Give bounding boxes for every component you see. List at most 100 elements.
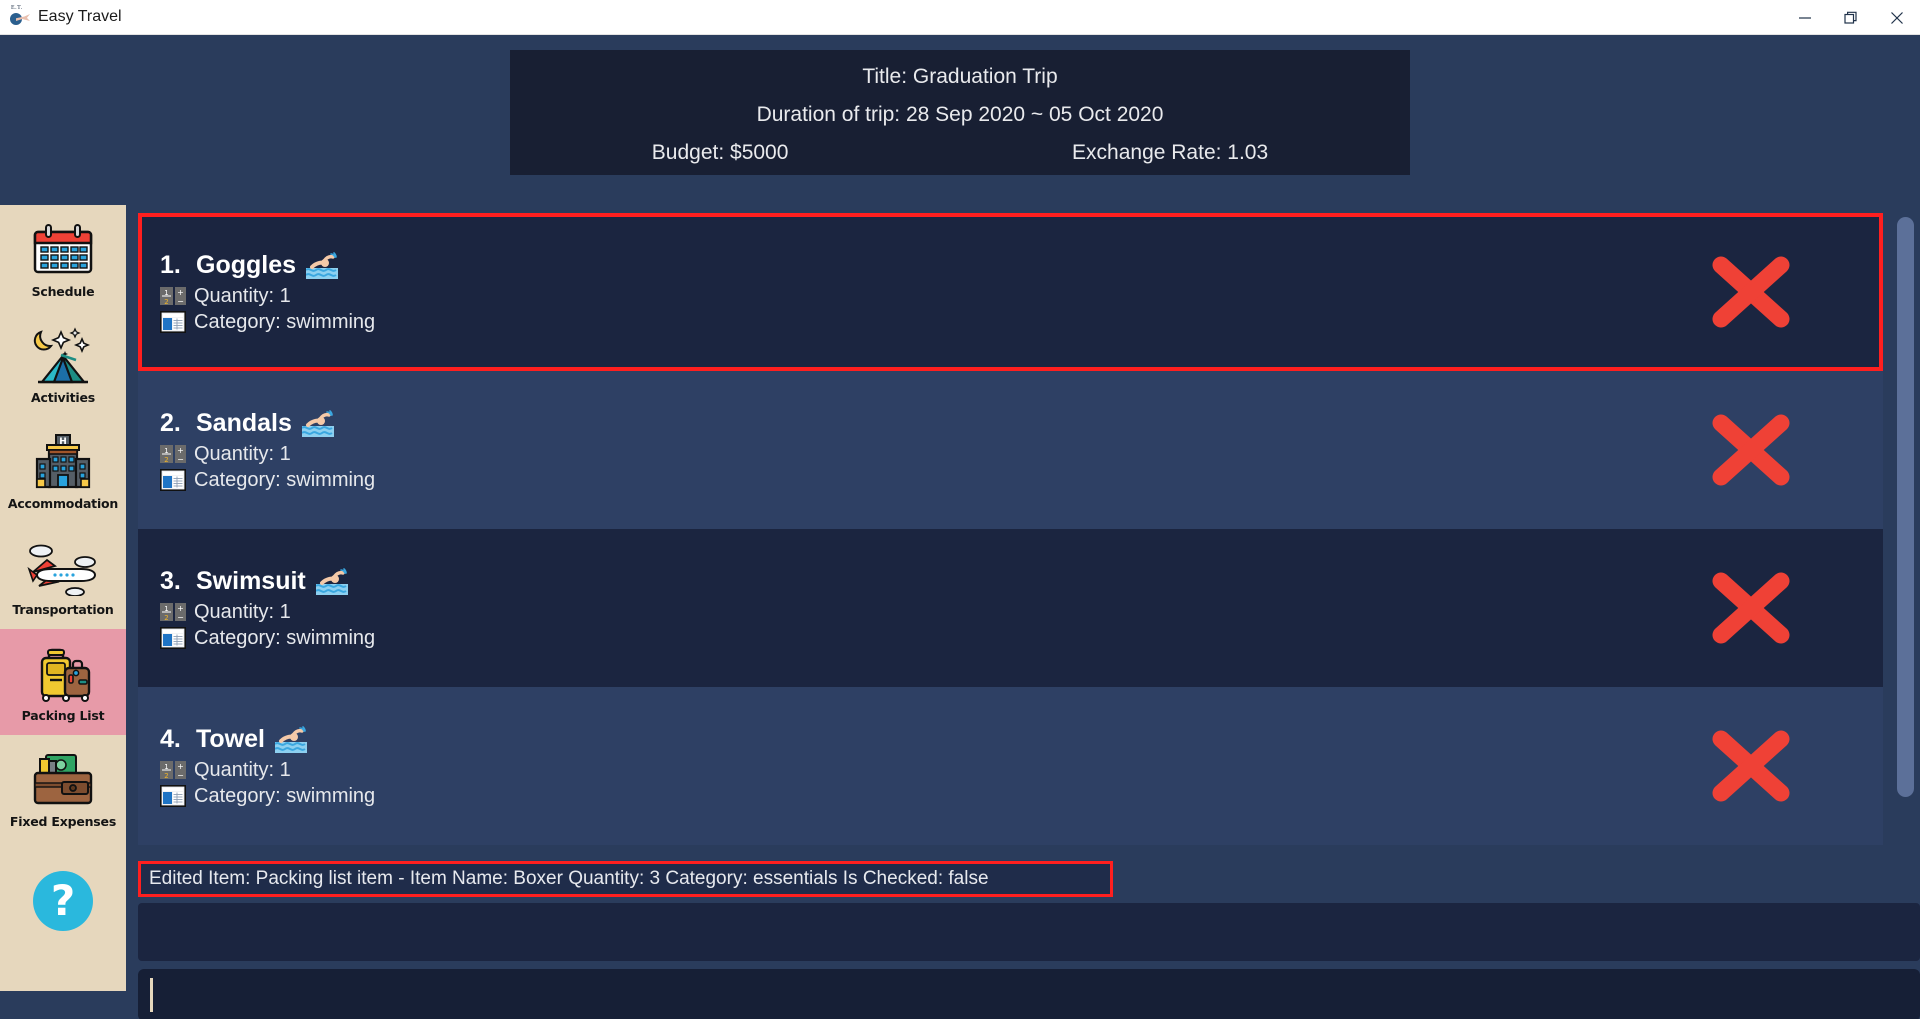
row-item-name: Goggles	[196, 250, 297, 279]
delete-item-button[interactable]	[1709, 413, 1793, 487]
row-quantity: 1 2 + − Quantity: 1	[160, 759, 375, 782]
svg-text:−: −	[177, 455, 184, 464]
sidebar-item-accommodation[interactable]: H Accommodation	[0, 417, 126, 523]
sidebar-item-label: Fixed Expenses	[9, 813, 117, 829]
sidebar-item-packing-list[interactable]: Packing List	[0, 629, 126, 735]
row-index: 4.	[160, 724, 181, 753]
sidebar-item-label: Transportation	[12, 601, 114, 617]
sidebar-item-label: Packing List	[21, 707, 105, 723]
svg-text:2: 2	[164, 614, 168, 622]
sidebar-item-transportation[interactable]: Transportation	[0, 523, 126, 629]
delete-item-button[interactable]	[1709, 571, 1793, 645]
red-cross-delete-icon	[1712, 256, 1790, 328]
svg-text:−: −	[177, 613, 184, 622]
command-input[interactable]	[153, 984, 1853, 1006]
row-index: 3.	[160, 566, 181, 595]
sidebar-item-label: Schedule	[31, 283, 95, 299]
row-content: 3. Swimsuit 1 2 + − Quantity: 1 Category…	[138, 567, 375, 650]
packing-list-row[interactable]: 1. Goggles 1 2 + − Quantity: 1 Category:…	[138, 213, 1883, 371]
sidebar-item-activities[interactable]: Activities	[0, 311, 126, 417]
window-controls	[1782, 0, 1920, 35]
form-table-icon	[160, 627, 186, 649]
row-item-name: Swimsuit	[196, 566, 306, 595]
packing-list-row[interactable]: 2. Sandals 1 2 + − Quantity: 1 Category:…	[138, 371, 1883, 529]
form-table-icon	[160, 469, 186, 491]
tent-night-icon	[28, 324, 98, 388]
swimmer-icon	[274, 725, 307, 753]
svg-text:+: +	[177, 288, 184, 297]
row-content: 1. Goggles 1 2 + − Quantity: 1 Category:…	[138, 251, 375, 334]
row-quantity: 1 2 + − Quantity: 1	[160, 601, 375, 624]
sidebar: Schedule Activities H Accommodation Tran…	[0, 205, 126, 991]
question-mark-icon: ?	[27, 869, 99, 933]
row-quantity-label: Quantity: 1	[194, 442, 291, 465]
minimize-button[interactable]	[1782, 0, 1828, 35]
row-quantity: 1 2 + − Quantity: 1	[160, 285, 375, 308]
trip-budget: Budget: $5000	[651, 141, 789, 164]
calendar-icon	[32, 218, 94, 282]
restore-button[interactable]	[1828, 0, 1874, 35]
command-input-bar[interactable]	[138, 969, 1920, 1019]
packing-list-row[interactable]: 4. Towel 1 2 + − Quantity: 1 Category: s…	[138, 687, 1883, 845]
number-spinner-icon: 1 2 + −	[160, 603, 186, 622]
swimmer-icon	[306, 251, 339, 279]
vertical-scrollbar[interactable]	[1897, 217, 1914, 947]
sidebar-item-schedule[interactable]: Schedule	[0, 205, 126, 311]
row-content: 4. Towel 1 2 + − Quantity: 1 Category: s…	[138, 725, 375, 808]
svg-text:+: +	[177, 446, 184, 455]
number-spinner-icon: 1 2 + −	[160, 445, 186, 464]
svg-text:H: H	[59, 437, 67, 447]
svg-text:2: 2	[164, 298, 168, 306]
row-title: 1. Goggles	[160, 251, 375, 280]
number-spinner-icon: 1 2 + −	[160, 287, 186, 306]
wallet-icon	[30, 748, 96, 812]
scrollbar-thumb[interactable]	[1897, 217, 1914, 797]
delete-item-button[interactable]	[1709, 255, 1793, 329]
row-index: 1.	[160, 250, 181, 279]
svg-text:+: +	[177, 762, 184, 771]
red-cross-delete-icon	[1712, 572, 1790, 644]
window-title: Easy Travel	[38, 8, 122, 25]
app-icon: E.T.	[10, 5, 30, 27]
row-category: Category: swimming	[160, 469, 375, 492]
svg-text:−: −	[177, 771, 184, 780]
window-titlebar: E.T. Easy Travel	[0, 0, 1920, 35]
trip-title: Title: Graduation Trip	[862, 65, 1058, 88]
sidebar-item-label: Accommodation	[7, 495, 119, 511]
row-category-label: Category: swimming	[194, 784, 376, 807]
row-content: 2. Sandals 1 2 + − Quantity: 1 Category:…	[138, 409, 375, 492]
row-category-label: Category: swimming	[194, 468, 376, 491]
row-index: 2.	[160, 408, 181, 437]
row-item-name: Sandals	[196, 408, 292, 437]
status-text: Edited Item: Packing list item - Item Na…	[149, 868, 989, 889]
sidebar-item-help[interactable]: ?	[0, 841, 126, 961]
row-category: Category: swimming	[160, 311, 375, 334]
row-quantity-label: Quantity: 1	[194, 758, 291, 781]
row-category-label: Category: swimming	[194, 626, 376, 649]
swimmer-icon	[301, 409, 334, 437]
row-item-name: Towel	[196, 724, 265, 753]
row-title: 2. Sandals	[160, 409, 375, 438]
delete-item-button[interactable]	[1709, 729, 1793, 803]
trip-summary-card: Title: Graduation Trip Duration of trip:…	[510, 50, 1410, 175]
number-spinner-icon: 1 2 + −	[160, 761, 186, 780]
row-category: Category: swimming	[160, 785, 375, 808]
close-button[interactable]	[1874, 0, 1920, 35]
row-quantity-label: Quantity: 1	[194, 600, 291, 623]
sidebar-item-fixed-expenses[interactable]: Fixed Expenses	[0, 735, 126, 841]
red-cross-delete-icon	[1712, 730, 1790, 802]
svg-text:+: +	[177, 604, 184, 613]
trip-duration: Duration of trip: 28 Sep 2020 ~ 05 Oct 2…	[756, 103, 1164, 126]
trip-title-row: Title: Graduation Trip	[510, 58, 1410, 96]
luggage-icon	[29, 642, 97, 706]
svg-text:−: −	[177, 297, 184, 306]
svg-text:2: 2	[164, 772, 168, 780]
form-table-icon	[160, 311, 186, 333]
swimmer-icon	[315, 567, 348, 595]
sidebar-item-label: Activities	[31, 389, 95, 405]
packing-list-row[interactable]: 3. Swimsuit 1 2 + − Quantity: 1 Category…	[138, 529, 1883, 687]
hotel-icon: H	[29, 430, 97, 494]
svg-text:?: ?	[51, 876, 75, 925]
airplane-icon	[25, 536, 101, 600]
row-category-label: Category: swimming	[194, 310, 376, 333]
